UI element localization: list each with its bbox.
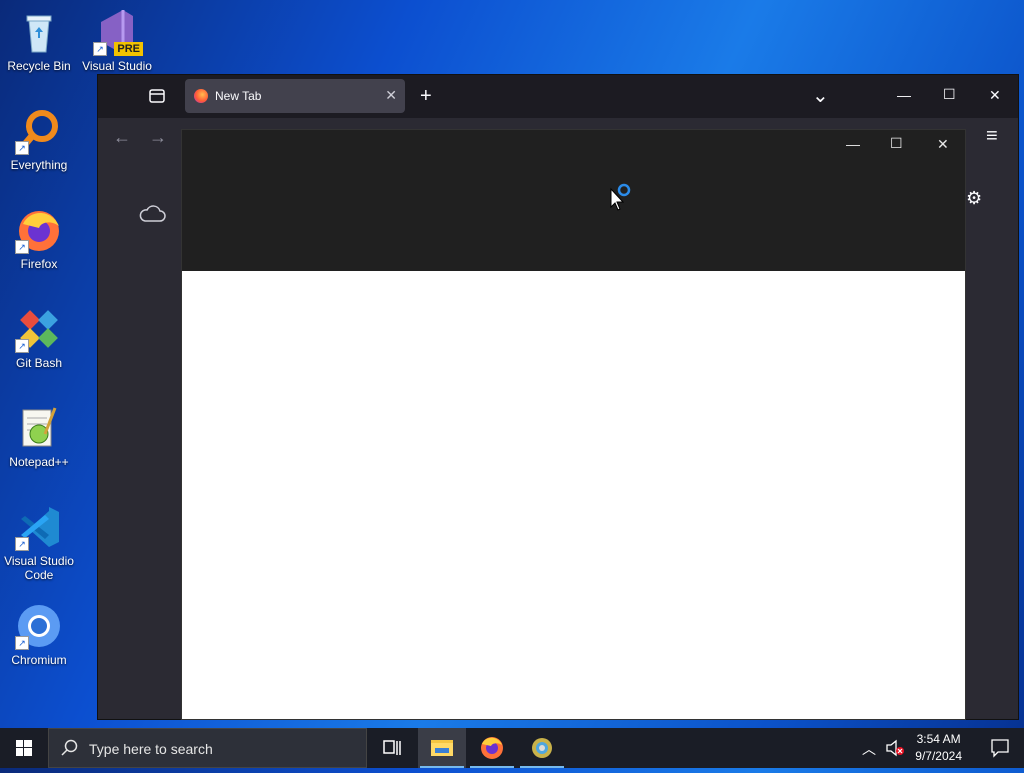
start-button[interactable] bbox=[0, 728, 48, 768]
popup-close-button[interactable]: ✕ bbox=[937, 136, 949, 153]
app-taskbar-icon bbox=[532, 738, 552, 758]
recycle-bin-icon bbox=[15, 8, 63, 56]
tab-close-icon[interactable]: ✕ bbox=[385, 87, 397, 104]
desktop-icon-recycle-bin[interactable]: Recycle Bin bbox=[0, 8, 78, 73]
forward-button[interactable]: → bbox=[149, 127, 167, 148]
shortcut-arrow-icon: ↗ bbox=[15, 240, 29, 254]
tab-bar: New Tab ✕ + ⌄ — ☐ ✕ bbox=[98, 75, 1018, 118]
loading-window-titlebar: — ☐ ✕ bbox=[182, 130, 965, 271]
app-menu-button[interactable]: ≡ bbox=[986, 125, 998, 148]
tab-title: New Tab bbox=[215, 89, 262, 103]
desktop-icon-everything[interactable]: ↗ Everything bbox=[0, 107, 78, 172]
task-view-icon bbox=[383, 740, 401, 755]
chromium-icon: ↗ bbox=[15, 602, 63, 650]
action-center-icon[interactable] bbox=[990, 738, 1010, 763]
cloud-icon[interactable] bbox=[138, 204, 166, 229]
browser-close-button[interactable]: ✕ bbox=[989, 87, 1001, 104]
loading-window: — ☐ ✕ bbox=[181, 129, 966, 720]
clock-time: 3:54 AM bbox=[916, 732, 961, 746]
shortcut-arrow-icon: ↗ bbox=[15, 636, 29, 650]
search-icon bbox=[61, 739, 79, 762]
firefox-taskbar-icon bbox=[481, 737, 503, 759]
visual-studio-icon: PRE ↗ bbox=[93, 8, 143, 56]
firefox-favicon-icon bbox=[194, 89, 208, 103]
taskbar-file-explorer[interactable] bbox=[418, 728, 466, 768]
new-tab-button[interactable]: + bbox=[420, 85, 432, 108]
show-hidden-icons-chevron-icon[interactable]: ︿ bbox=[862, 739, 876, 759]
tab-new-tab[interactable]: New Tab ✕ bbox=[185, 79, 405, 113]
vscode-icon: ↗ bbox=[15, 503, 63, 551]
loading-window-content bbox=[182, 271, 965, 719]
list-all-tabs-icon[interactable]: ⌄ bbox=[812, 83, 829, 108]
search-placeholder: Type here to search bbox=[89, 741, 213, 757]
popup-minimize-button[interactable]: — bbox=[846, 136, 860, 152]
taskbar-app[interactable] bbox=[518, 728, 566, 768]
everything-icon: ↗ bbox=[15, 107, 63, 155]
back-button[interactable]: ← bbox=[113, 127, 131, 148]
git-bash-icon: ↗ bbox=[15, 305, 63, 353]
desktop-icon-notepad-plus-plus[interactable]: Notepad++ bbox=[0, 404, 78, 469]
desktop-icon-firefox[interactable]: ↗ Firefox bbox=[0, 206, 78, 271]
task-view-button[interactable] bbox=[368, 728, 416, 768]
settings-gear-icon[interactable]: ⚙ bbox=[966, 188, 982, 209]
browser-minimize-button[interactable]: — bbox=[897, 87, 911, 103]
firefox-icon: ↗ bbox=[15, 206, 63, 254]
pre-badge: PRE bbox=[114, 42, 143, 56]
taskbar-firefox[interactable] bbox=[468, 728, 516, 768]
system-clock[interactable]: 3:54 AM 9/7/2024 bbox=[915, 731, 962, 765]
windows-logo-icon bbox=[16, 740, 32, 756]
tab-overview-icon[interactable] bbox=[148, 87, 166, 110]
shortcut-arrow-icon: ↗ bbox=[15, 537, 29, 551]
taskbar: Type here to search ︿ 3:54 AM 9/7/2024 bbox=[0, 728, 1024, 768]
shortcut-arrow-icon: ↗ bbox=[15, 339, 29, 353]
busy-cursor-icon bbox=[610, 183, 634, 216]
file-explorer-icon bbox=[431, 740, 453, 756]
popup-maximize-button[interactable]: ☐ bbox=[890, 135, 903, 152]
desktop-icon-chromium[interactable]: ↗ Chromium bbox=[0, 602, 78, 667]
search-box[interactable]: Type here to search bbox=[48, 728, 367, 768]
volume-muted-icon[interactable] bbox=[885, 739, 905, 762]
clock-date: 9/7/2024 bbox=[915, 749, 962, 763]
desktop-icon-vscode[interactable]: ↗ Visual Studio Code bbox=[0, 503, 78, 582]
notepad-plus-plus-icon bbox=[15, 404, 63, 452]
browser-maximize-button[interactable]: ☐ bbox=[943, 86, 956, 103]
desktop-icon-git-bash[interactable]: ↗ Git Bash bbox=[0, 305, 78, 370]
shortcut-arrow-icon: ↗ bbox=[93, 42, 107, 56]
shortcut-arrow-icon: ↗ bbox=[15, 141, 29, 155]
